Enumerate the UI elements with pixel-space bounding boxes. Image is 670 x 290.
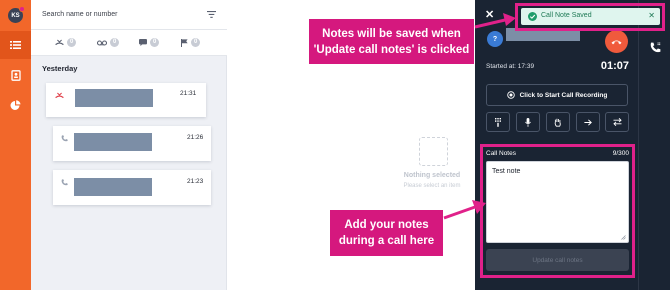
arrow-to-notes <box>443 200 486 220</box>
annotation-notes-hint-text: Add your notes during a call here <box>338 219 435 247</box>
arrow-to-toast <box>474 13 516 29</box>
annotation-save-hint: Notes will be saved when 'Update call no… <box>309 19 474 64</box>
annotation-save-hint-text: Notes will be saved when 'Update call no… <box>313 27 470 56</box>
annotation-notes-hint: Add your notes during a call here <box>330 210 443 256</box>
app-root: KS Search name or number 0 0 0 0 Yesterd… <box>0 0 670 290</box>
